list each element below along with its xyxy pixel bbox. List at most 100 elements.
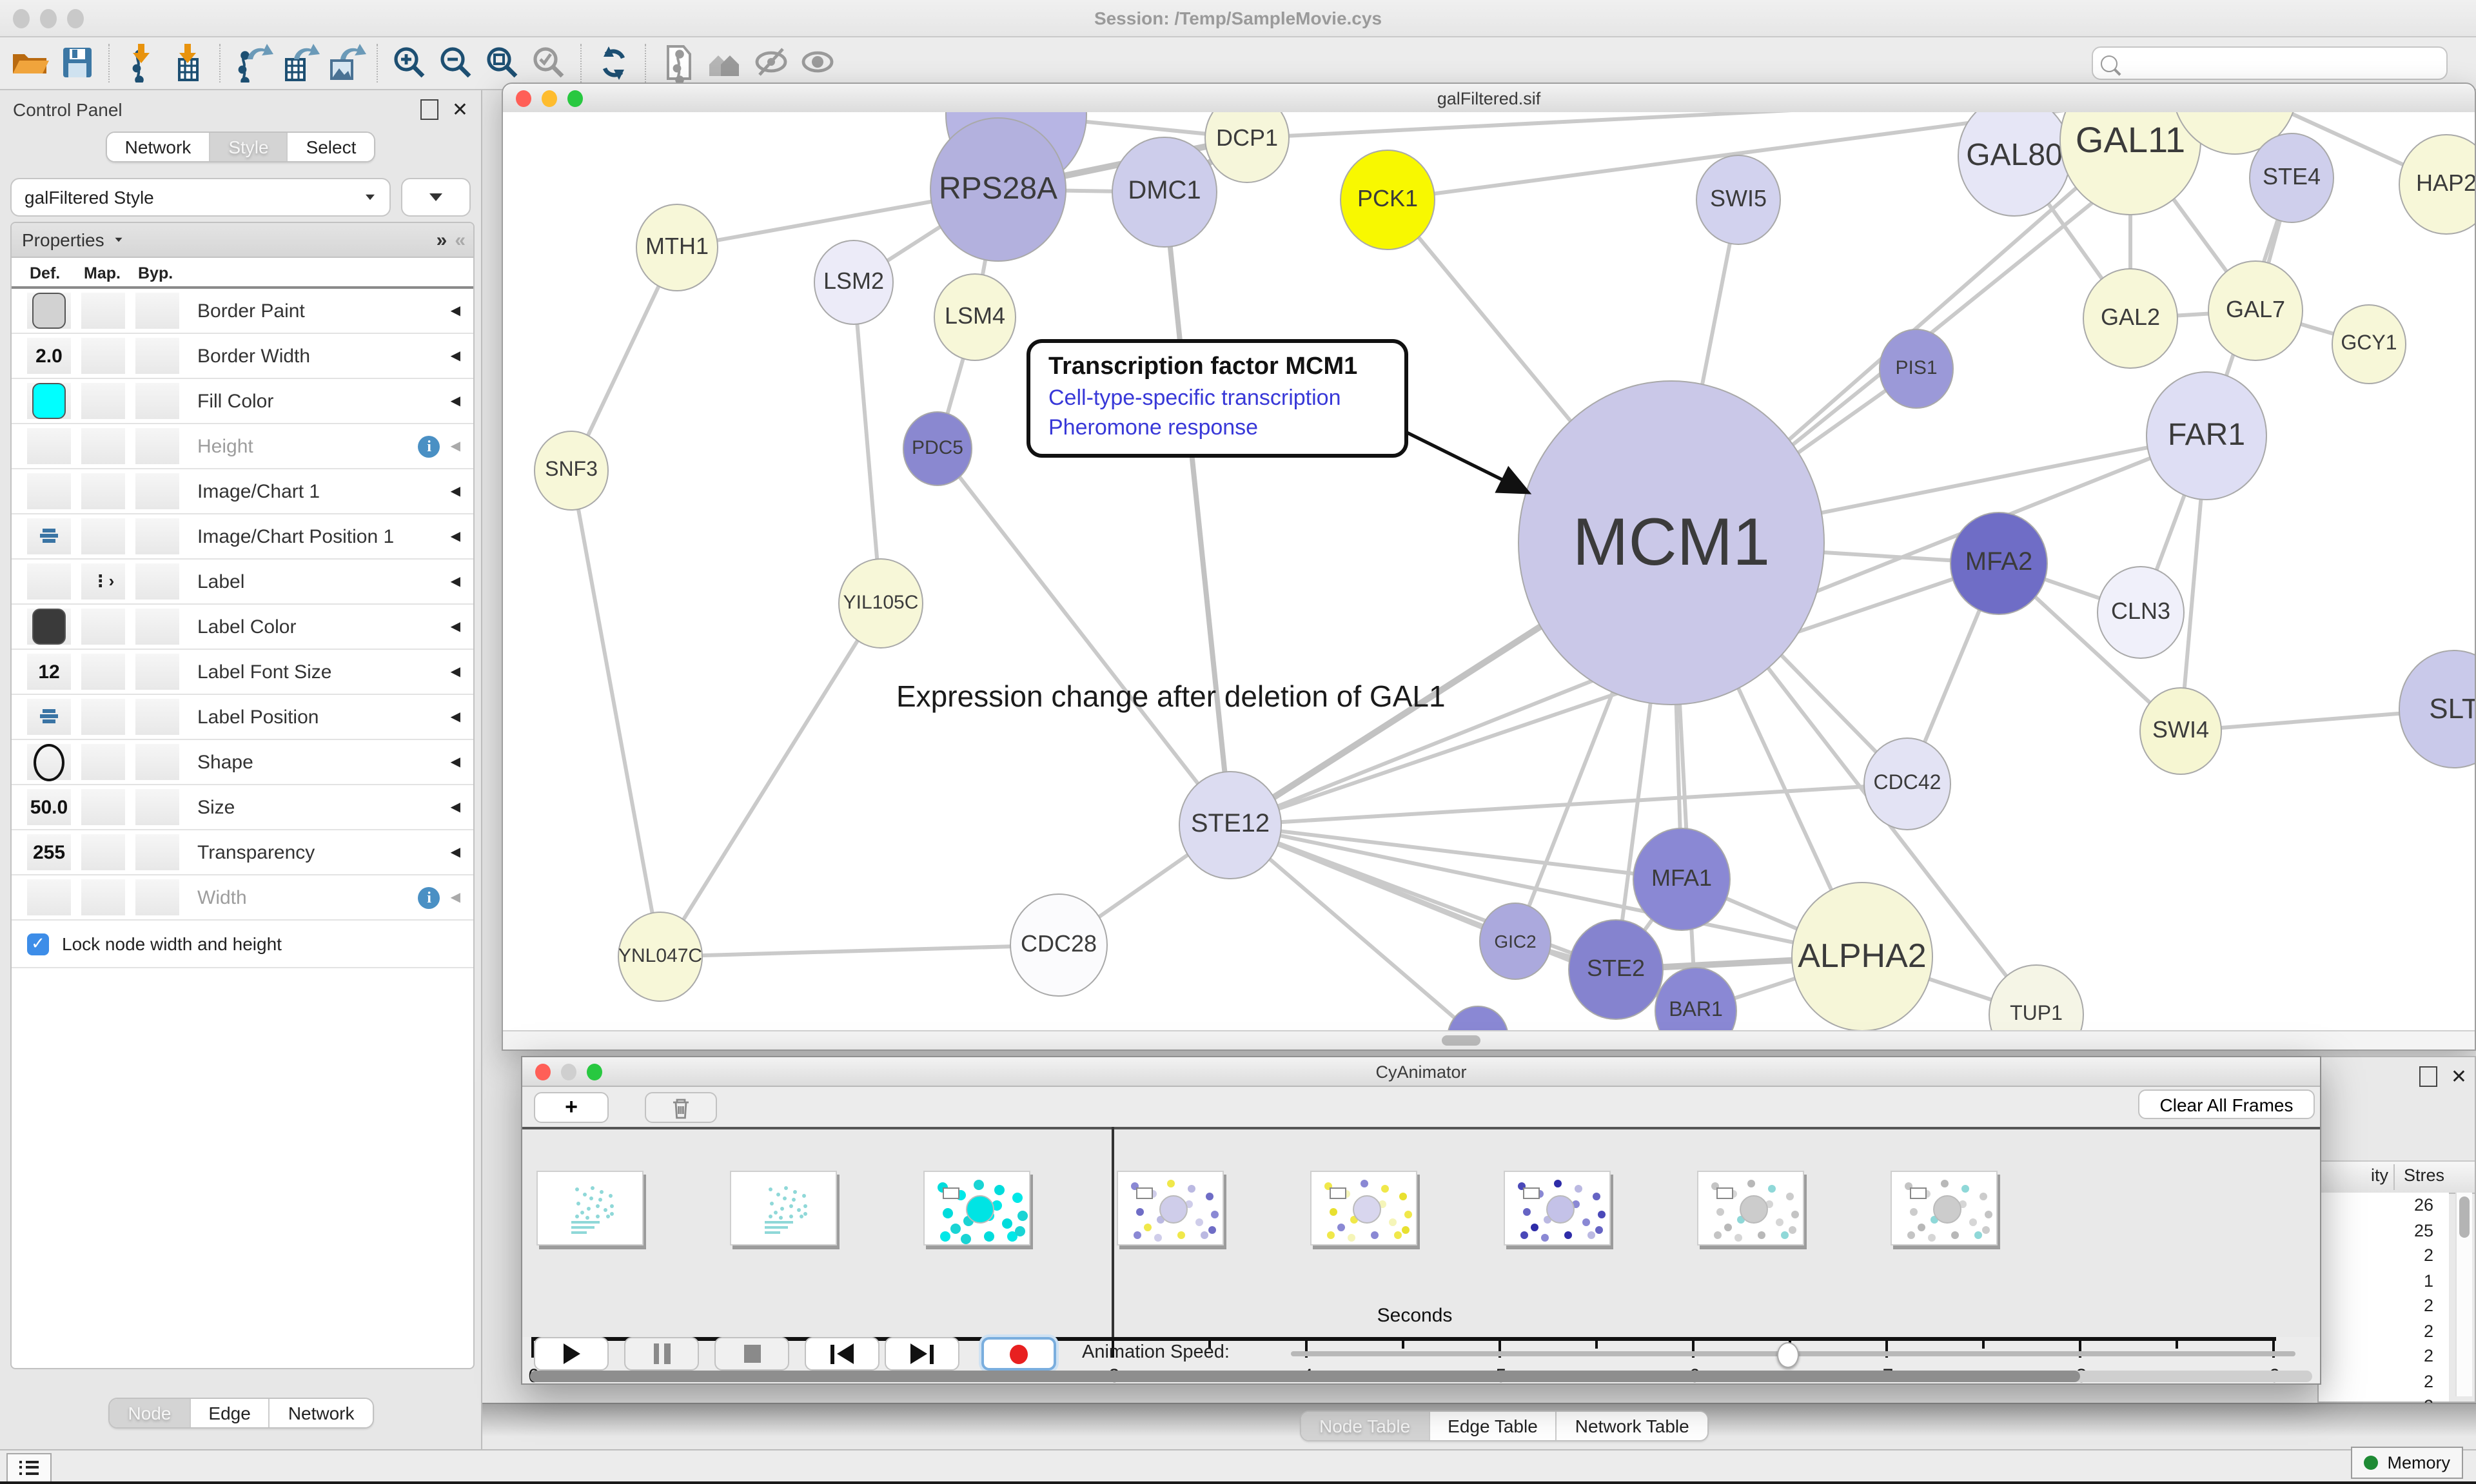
- property-row-transparency[interactable]: 255Transparency◀: [12, 830, 473, 875]
- property-row-border-width[interactable]: 2.0Border Width◀: [12, 334, 473, 379]
- float-panel-icon[interactable]: [421, 99, 439, 120]
- network-node-ste12[interactable]: STE12: [1179, 770, 1282, 880]
- property-row-label-position[interactable]: Label Position◀: [12, 695, 473, 740]
- timeline-playhead[interactable]: [1112, 1127, 1114, 1337]
- network-canvas[interactable]: DCP1RPS28ADMC1PCK1MTH1LSM2LSM4SNF3PDC5YI…: [503, 112, 2475, 1034]
- scrollbar-thumb[interactable]: [2459, 1196, 2470, 1238]
- network-node-yil105c[interactable]: YIL105C: [838, 558, 923, 649]
- tab-style[interactable]: Style: [210, 133, 288, 161]
- scrollbar-thumb[interactable]: [1442, 1035, 1480, 1046]
- add-frame-button[interactable]: +: [534, 1092, 609, 1123]
- tab-network[interactable]: Network: [270, 1399, 373, 1427]
- network-node-pck1[interactable]: PCK1: [1340, 150, 1435, 251]
- pause-button[interactable]: [624, 1337, 699, 1371]
- open-session-icon[interactable]: [8, 43, 54, 84]
- expand-all-icon[interactable]: »: [437, 229, 445, 251]
- skip-to-start-button[interactable]: [805, 1337, 879, 1371]
- hide-details-icon[interactable]: [748, 43, 794, 84]
- animation-frame-4[interactable]: [1310, 1171, 1417, 1245]
- network-node-mth1[interactable]: MTH1: [636, 204, 718, 291]
- tab-edge-table[interactable]: Edge Table: [1430, 1412, 1557, 1440]
- zoom-selected-icon[interactable]: [526, 43, 573, 84]
- annotation-box[interactable]: Transcription factor MCM1 Cell-type-spec…: [1027, 339, 1408, 458]
- info-icon[interactable]: i: [418, 435, 440, 457]
- network-node-gic2[interactable]: GIC2: [1479, 903, 1551, 980]
- network-node-cdc42[interactable]: CDC42: [1863, 737, 1951, 830]
- network-node-swi5[interactable]: SWI5: [1696, 155, 1781, 245]
- network-node-alpha2[interactable]: ALPHA2: [1791, 881, 1933, 1031]
- network-node-ste4[interactable]: STE4: [2249, 133, 2334, 223]
- export-table-icon[interactable]: [276, 43, 322, 84]
- show-details-icon[interactable]: [794, 43, 841, 84]
- play-button[interactable]: [534, 1337, 609, 1371]
- property-row-image-chart-1[interactable]: Image/Chart 1◀: [12, 469, 473, 514]
- float-panel-icon[interactable]: [2420, 1066, 2438, 1087]
- cyanimator-titlebar[interactable]: CyAnimator: [522, 1057, 2320, 1087]
- network-node-pdc5[interactable]: PDC5: [903, 412, 972, 485]
- slider-knob[interactable]: [1777, 1342, 1799, 1368]
- animation-frame-1[interactable]: [730, 1171, 837, 1245]
- info-icon[interactable]: i: [418, 886, 440, 908]
- network-node-ynl047c[interactable]: YNL047C: [618, 912, 703, 1002]
- table-cell[interactable]: 1: [2319, 1268, 2449, 1293]
- search-box[interactable]: [2092, 46, 2448, 80]
- timeline-panel[interactable]: 0123456789 Seconds: [522, 1127, 2320, 1337]
- home-icon[interactable]: [702, 43, 748, 84]
- cyanimator-scrollbar[interactable]: [530, 1371, 2312, 1382]
- network-node-lsm4[interactable]: LSM4: [934, 273, 1016, 361]
- network-node-ste2[interactable]: STE2: [1568, 919, 1664, 1020]
- property-row-label-color[interactable]: Label Color◀: [12, 605, 473, 650]
- network-node-gcy1[interactable]: GCY1: [2332, 305, 2406, 384]
- animation-frame-5[interactable]: [1504, 1171, 1611, 1245]
- property-row-label[interactable]: ⋮›Label◀: [12, 560, 473, 605]
- network-node-cdc28[interactable]: CDC28: [1010, 893, 1108, 997]
- style-options-button[interactable]: [401, 178, 471, 217]
- tab-network-table[interactable]: Network Table: [1557, 1412, 1707, 1440]
- tab-node[interactable]: Node: [110, 1399, 190, 1427]
- network-node-swi4[interactable]: SWI4: [2139, 687, 2222, 775]
- apply-layout-icon[interactable]: [591, 43, 637, 84]
- close-panel-icon[interactable]: ✕: [452, 98, 468, 121]
- property-row-image-chart-position-1[interactable]: Image/Chart Position 1◀: [12, 514, 473, 560]
- zoom-in-icon[interactable]: [387, 43, 433, 84]
- clear-all-frames-button[interactable]: Clear All Frames: [2138, 1089, 2315, 1119]
- duplicate-network-icon[interactable]: [655, 43, 702, 84]
- table-cell[interactable]: 26: [2319, 1193, 2449, 1218]
- scrollbar-thumb[interactable]: [530, 1371, 2081, 1382]
- table-column-stress[interactable]: Stres: [2404, 1166, 2444, 1185]
- property-row-size[interactable]: 50.0Size◀: [12, 785, 473, 830]
- export-image-icon[interactable]: [322, 43, 369, 84]
- delete-frame-button[interactable]: [645, 1092, 717, 1123]
- animation-frame-0[interactable]: [536, 1171, 644, 1245]
- network-node-gal2[interactable]: GAL2: [2083, 268, 2178, 369]
- network-node-mcm1[interactable]: MCM1: [1518, 380, 1825, 706]
- property-row-fill-color[interactable]: Fill Color◀: [12, 379, 473, 424]
- table-cell[interactable]: 2: [2319, 1243, 2449, 1268]
- record-button[interactable]: [981, 1337, 1056, 1371]
- network-node-pis1[interactable]: PIS1: [1879, 329, 1954, 409]
- lock-size-checkbox-row[interactable]: ✓Lock node width and height: [12, 921, 473, 968]
- animation-frame-3[interactable]: [1117, 1171, 1224, 1245]
- import-network-icon[interactable]: [119, 43, 165, 84]
- tab-network[interactable]: Network: [107, 133, 211, 161]
- network-node-gal7[interactable]: GAL7: [2208, 260, 2303, 362]
- table-cell[interactable]: 2: [2319, 1318, 2449, 1343]
- animation-frame-6[interactable]: [1697, 1171, 1804, 1245]
- network-node-far1[interactable]: FAR1: [2146, 371, 2267, 500]
- save-session-icon[interactable]: [54, 43, 101, 84]
- table-cell[interactable]: 2: [2319, 1293, 2449, 1318]
- canvas-annotation-text[interactable]: Expression change after deletion of GAL1: [896, 679, 1446, 714]
- network-node-dmc1[interactable]: DMC1: [1112, 136, 1217, 248]
- network-horizontal-scrollbar[interactable]: [503, 1030, 2475, 1050]
- property-row-height[interactable]: Heighti◀: [12, 424, 473, 469]
- property-row-shape[interactable]: Shape◀: [12, 740, 473, 785]
- table-cell[interactable]: 2: [2319, 1343, 2449, 1369]
- search-input[interactable]: [2125, 52, 2446, 74]
- network-node-snf3[interactable]: SNF3: [534, 431, 609, 511]
- collapse-all-icon[interactable]: «: [455, 229, 463, 251]
- tab-node-table[interactable]: Node Table: [1301, 1412, 1430, 1440]
- export-network-icon[interactable]: [230, 43, 276, 84]
- network-node-lsm2[interactable]: LSM2: [814, 240, 894, 324]
- task-history-button[interactable]: [6, 1453, 52, 1483]
- tab-edge[interactable]: Edge: [190, 1399, 270, 1427]
